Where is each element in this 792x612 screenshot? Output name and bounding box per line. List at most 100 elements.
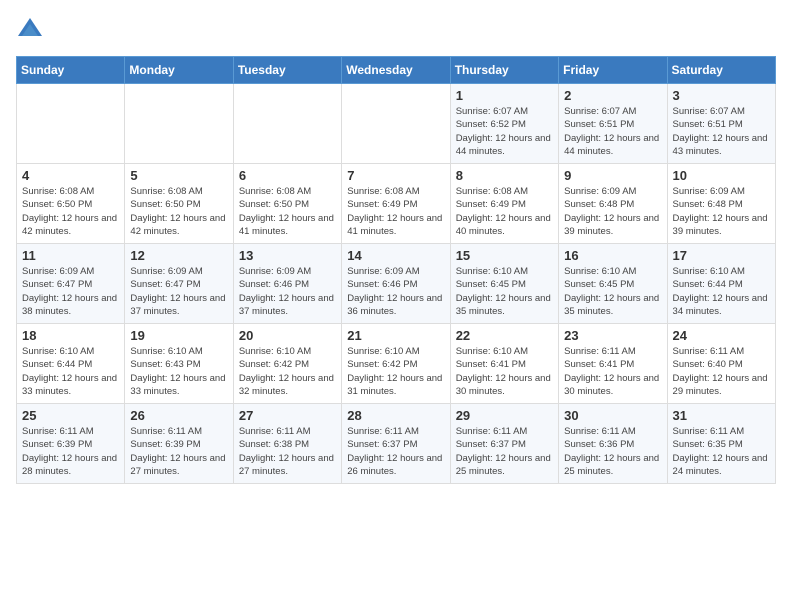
day-number: 30 <box>564 408 661 423</box>
calendar-cell: 2 Sunrise: 6:07 AMSunset: 6:51 PMDayligh… <box>559 84 667 164</box>
page-header <box>16 16 776 44</box>
weekday-header-tuesday: Tuesday <box>233 57 341 84</box>
calendar-cell: 31 Sunrise: 6:11 AMSunset: 6:35 PMDaylig… <box>667 404 775 484</box>
day-number: 22 <box>456 328 553 343</box>
weekday-header-friday: Friday <box>559 57 667 84</box>
calendar-cell: 17 Sunrise: 6:10 AMSunset: 6:44 PMDaylig… <box>667 244 775 324</box>
calendar-cell: 29 Sunrise: 6:11 AMSunset: 6:37 PMDaylig… <box>450 404 558 484</box>
day-number: 29 <box>456 408 553 423</box>
calendar-cell: 30 Sunrise: 6:11 AMSunset: 6:36 PMDaylig… <box>559 404 667 484</box>
weekday-header-row: SundayMondayTuesdayWednesdayThursdayFrid… <box>17 57 776 84</box>
day-info: Sunrise: 6:11 AMSunset: 6:38 PMDaylight:… <box>239 425 336 478</box>
day-number: 1 <box>456 88 553 103</box>
calendar-cell: 20 Sunrise: 6:10 AMSunset: 6:42 PMDaylig… <box>233 324 341 404</box>
day-info: Sunrise: 6:10 AMSunset: 6:42 PMDaylight:… <box>347 345 444 398</box>
calendar-cell: 18 Sunrise: 6:10 AMSunset: 6:44 PMDaylig… <box>17 324 125 404</box>
day-info: Sunrise: 6:09 AMSunset: 6:46 PMDaylight:… <box>347 265 444 318</box>
day-info: Sunrise: 6:09 AMSunset: 6:48 PMDaylight:… <box>564 185 661 238</box>
day-number: 31 <box>673 408 770 423</box>
calendar-cell: 14 Sunrise: 6:09 AMSunset: 6:46 PMDaylig… <box>342 244 450 324</box>
weekday-header-sunday: Sunday <box>17 57 125 84</box>
calendar-cell: 25 Sunrise: 6:11 AMSunset: 6:39 PMDaylig… <box>17 404 125 484</box>
calendar-cell: 4 Sunrise: 6:08 AMSunset: 6:50 PMDayligh… <box>17 164 125 244</box>
day-info: Sunrise: 6:08 AMSunset: 6:50 PMDaylight:… <box>130 185 227 238</box>
day-number: 7 <box>347 168 444 183</box>
day-number: 25 <box>22 408 119 423</box>
day-number: 19 <box>130 328 227 343</box>
day-info: Sunrise: 6:11 AMSunset: 6:41 PMDaylight:… <box>564 345 661 398</box>
calendar-cell: 13 Sunrise: 6:09 AMSunset: 6:46 PMDaylig… <box>233 244 341 324</box>
day-number: 5 <box>130 168 227 183</box>
day-info: Sunrise: 6:10 AMSunset: 6:41 PMDaylight:… <box>456 345 553 398</box>
day-number: 13 <box>239 248 336 263</box>
day-number: 26 <box>130 408 227 423</box>
calendar-cell <box>233 84 341 164</box>
day-info: Sunrise: 6:10 AMSunset: 6:43 PMDaylight:… <box>130 345 227 398</box>
weekday-header-thursday: Thursday <box>450 57 558 84</box>
calendar-cell: 6 Sunrise: 6:08 AMSunset: 6:50 PMDayligh… <box>233 164 341 244</box>
day-info: Sunrise: 6:09 AMSunset: 6:48 PMDaylight:… <box>673 185 770 238</box>
calendar-cell: 21 Sunrise: 6:10 AMSunset: 6:42 PMDaylig… <box>342 324 450 404</box>
day-info: Sunrise: 6:11 AMSunset: 6:39 PMDaylight:… <box>130 425 227 478</box>
calendar-cell <box>125 84 233 164</box>
day-info: Sunrise: 6:08 AMSunset: 6:50 PMDaylight:… <box>239 185 336 238</box>
calendar-cell: 24 Sunrise: 6:11 AMSunset: 6:40 PMDaylig… <box>667 324 775 404</box>
logo-icon <box>16 16 44 44</box>
day-number: 14 <box>347 248 444 263</box>
day-number: 4 <box>22 168 119 183</box>
day-info: Sunrise: 6:11 AMSunset: 6:36 PMDaylight:… <box>564 425 661 478</box>
day-number: 17 <box>673 248 770 263</box>
day-number: 10 <box>673 168 770 183</box>
day-info: Sunrise: 6:09 AMSunset: 6:46 PMDaylight:… <box>239 265 336 318</box>
day-info: Sunrise: 6:07 AMSunset: 6:52 PMDaylight:… <box>456 105 553 158</box>
calendar-week-row: 4 Sunrise: 6:08 AMSunset: 6:50 PMDayligh… <box>17 164 776 244</box>
day-number: 9 <box>564 168 661 183</box>
day-info: Sunrise: 6:08 AMSunset: 6:49 PMDaylight:… <box>347 185 444 238</box>
day-number: 20 <box>239 328 336 343</box>
calendar-cell: 22 Sunrise: 6:10 AMSunset: 6:41 PMDaylig… <box>450 324 558 404</box>
calendar-cell: 9 Sunrise: 6:09 AMSunset: 6:48 PMDayligh… <box>559 164 667 244</box>
calendar-week-row: 11 Sunrise: 6:09 AMSunset: 6:47 PMDaylig… <box>17 244 776 324</box>
calendar-cell: 7 Sunrise: 6:08 AMSunset: 6:49 PMDayligh… <box>342 164 450 244</box>
day-number: 18 <box>22 328 119 343</box>
day-number: 2 <box>564 88 661 103</box>
weekday-header-wednesday: Wednesday <box>342 57 450 84</box>
day-number: 21 <box>347 328 444 343</box>
day-info: Sunrise: 6:11 AMSunset: 6:35 PMDaylight:… <box>673 425 770 478</box>
weekday-header-saturday: Saturday <box>667 57 775 84</box>
day-number: 3 <box>673 88 770 103</box>
day-info: Sunrise: 6:11 AMSunset: 6:40 PMDaylight:… <box>673 345 770 398</box>
day-info: Sunrise: 6:08 AMSunset: 6:49 PMDaylight:… <box>456 185 553 238</box>
day-number: 23 <box>564 328 661 343</box>
day-info: Sunrise: 6:09 AMSunset: 6:47 PMDaylight:… <box>22 265 119 318</box>
calendar-week-row: 25 Sunrise: 6:11 AMSunset: 6:39 PMDaylig… <box>17 404 776 484</box>
calendar-cell: 8 Sunrise: 6:08 AMSunset: 6:49 PMDayligh… <box>450 164 558 244</box>
calendar-cell: 11 Sunrise: 6:09 AMSunset: 6:47 PMDaylig… <box>17 244 125 324</box>
calendar-cell: 3 Sunrise: 6:07 AMSunset: 6:51 PMDayligh… <box>667 84 775 164</box>
calendar-week-row: 1 Sunrise: 6:07 AMSunset: 6:52 PMDayligh… <box>17 84 776 164</box>
day-number: 27 <box>239 408 336 423</box>
calendar-cell: 5 Sunrise: 6:08 AMSunset: 6:50 PMDayligh… <box>125 164 233 244</box>
calendar-cell: 19 Sunrise: 6:10 AMSunset: 6:43 PMDaylig… <box>125 324 233 404</box>
calendar-week-row: 18 Sunrise: 6:10 AMSunset: 6:44 PMDaylig… <box>17 324 776 404</box>
day-number: 11 <box>22 248 119 263</box>
day-info: Sunrise: 6:07 AMSunset: 6:51 PMDaylight:… <box>673 105 770 158</box>
day-info: Sunrise: 6:08 AMSunset: 6:50 PMDaylight:… <box>22 185 119 238</box>
calendar-table: SundayMondayTuesdayWednesdayThursdayFrid… <box>16 56 776 484</box>
day-number: 6 <box>239 168 336 183</box>
calendar-cell: 12 Sunrise: 6:09 AMSunset: 6:47 PMDaylig… <box>125 244 233 324</box>
logo <box>16 16 48 44</box>
day-info: Sunrise: 6:07 AMSunset: 6:51 PMDaylight:… <box>564 105 661 158</box>
calendar-cell <box>342 84 450 164</box>
calendar-cell: 15 Sunrise: 6:10 AMSunset: 6:45 PMDaylig… <box>450 244 558 324</box>
calendar-cell: 27 Sunrise: 6:11 AMSunset: 6:38 PMDaylig… <box>233 404 341 484</box>
day-info: Sunrise: 6:10 AMSunset: 6:44 PMDaylight:… <box>673 265 770 318</box>
day-number: 8 <box>456 168 553 183</box>
day-number: 24 <box>673 328 770 343</box>
day-info: Sunrise: 6:09 AMSunset: 6:47 PMDaylight:… <box>130 265 227 318</box>
day-number: 16 <box>564 248 661 263</box>
day-number: 12 <box>130 248 227 263</box>
day-info: Sunrise: 6:10 AMSunset: 6:45 PMDaylight:… <box>456 265 553 318</box>
calendar-cell: 1 Sunrise: 6:07 AMSunset: 6:52 PMDayligh… <box>450 84 558 164</box>
calendar-cell: 16 Sunrise: 6:10 AMSunset: 6:45 PMDaylig… <box>559 244 667 324</box>
